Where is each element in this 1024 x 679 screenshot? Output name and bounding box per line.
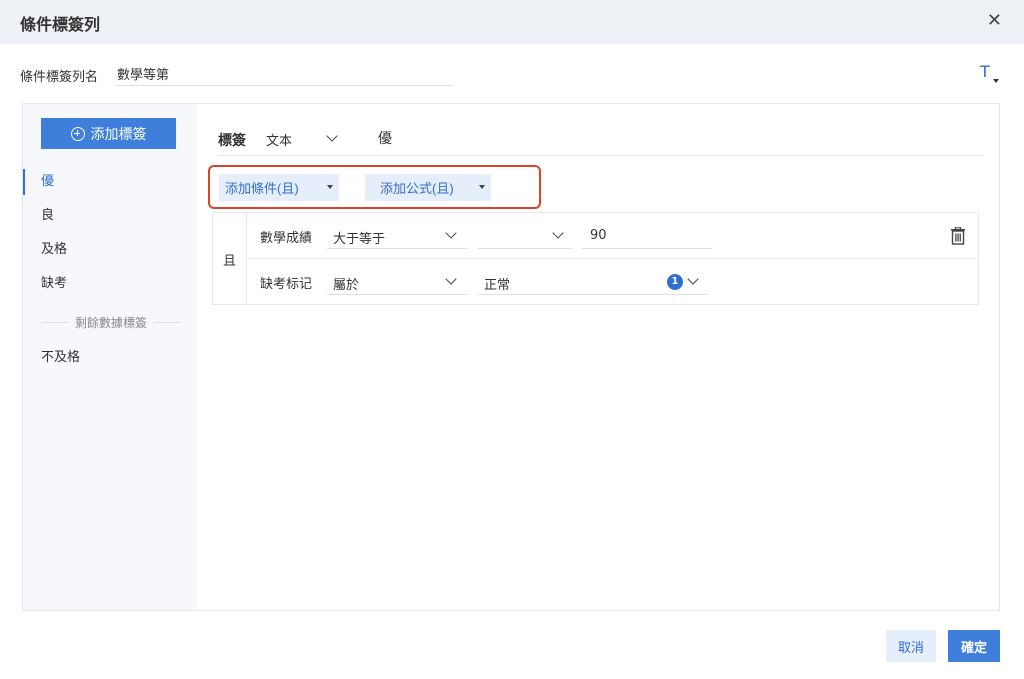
text-style-icon[interactable]: T <box>980 62 1000 88</box>
add-condition-button[interactable]: 添加條件(且) <box>219 174 339 201</box>
condition-row: 缺考标记 屬於 正常 1 <box>248 259 978 305</box>
chevron-down-icon <box>445 273 457 285</box>
operator-select[interactable]: 大于等于 <box>327 223 467 249</box>
operator-select-value: 大于等于 <box>333 232 386 247</box>
tag-editor-panel: 添加標簽 優 良 及格 缺考 剩餘數據標簽 不及格 標簽 文本 優 添加條件(且… <box>22 103 1000 611</box>
tag-sidebar: 添加標簽 優 良 及格 缺考 剩餘數據標簽 不及格 <box>23 104 197 610</box>
chevron-down-icon <box>445 227 457 239</box>
operator-select-value: 屬於 <box>333 278 360 293</box>
close-icon[interactable]: ✕ <box>987 10 1002 31</box>
sidebar-item-tag-3[interactable]: 及格 <box>23 237 197 263</box>
remaining-label: 剩餘數據標簽 <box>75 315 148 330</box>
chevron-down-icon <box>326 130 338 142</box>
sidebar-item-tag-2[interactable]: 良 <box>23 203 197 229</box>
tag-header: 標簽 文本 優 <box>218 124 984 156</box>
logic-and-cell: 且 <box>213 213 247 304</box>
operator-select[interactable]: 屬於 <box>327 269 467 295</box>
type-select[interactable]: 文本 <box>264 126 350 152</box>
column-name-input[interactable] <box>115 62 453 86</box>
sidebar-item-tag-1[interactable]: 優 <box>23 169 197 195</box>
condition-value-input[interactable] <box>582 223 712 249</box>
condition-row: 數學成績 大于等于 <box>248 213 978 259</box>
logic-and-label: 且 <box>223 254 237 269</box>
tag-content: 標簽 文本 優 添加條件(且) 添加公式(且) 且 數學成績 大于等于 90 缺… <box>198 104 1000 610</box>
add-condition-label: 添加條件(且) <box>225 181 299 196</box>
add-formula-button[interactable]: 添加公式(且) <box>365 174 491 201</box>
condition-value-select[interactable]: 正常 1 <box>478 269 708 295</box>
add-tag-label: 添加標簽 <box>90 125 147 142</box>
sidebar-item-tag-4[interactable]: 缺考 <box>23 271 197 297</box>
text-style-glyph: T <box>980 62 990 81</box>
condition-table: 且 數學成績 大于等于 90 缺考标记 屬於 正常 1 <box>212 212 979 305</box>
divider-line <box>153 321 182 323</box>
remaining-divider: 剩餘數據標簽 <box>41 313 182 331</box>
caret-down-icon <box>479 185 485 189</box>
tag-label: 標簽 <box>218 133 246 149</box>
selected-count-badge: 1 <box>667 274 683 290</box>
value-mode-select[interactable] <box>478 223 572 249</box>
condition-field: 數學成績 <box>260 231 313 246</box>
dialog-titlebar: 條件標簽列 ✕ <box>0 0 1024 44</box>
condition-field: 缺考标记 <box>260 277 313 292</box>
add-tag-button[interactable]: 添加標簽 <box>41 118 176 149</box>
sidebar-item-remaining[interactable]: 不及格 <box>23 345 197 371</box>
caret-down-icon <box>327 185 333 189</box>
divider-line <box>41 321 69 323</box>
caret-down-icon <box>993 79 999 83</box>
dialog-title: 條件標簽列 <box>20 15 101 34</box>
cancel-button[interactable]: 取消 <box>886 630 936 662</box>
tag-value[interactable]: 優 <box>378 128 392 148</box>
type-select-value: 文本 <box>266 134 293 149</box>
confirm-button[interactable]: 確定 <box>948 630 1000 662</box>
plus-circle-icon <box>70 126 85 141</box>
trash-icon[interactable] <box>950 227 966 245</box>
chevron-down-icon <box>687 273 699 285</box>
chevron-down-icon <box>552 227 564 239</box>
condition-tag-dialog: 條件標簽列 ✕ 條件標簽列名 T 添加標簽 優 良 及格 缺考 剩餘數據標簽 不… <box>0 0 1024 679</box>
column-name-label: 條件標簽列名 <box>20 70 99 85</box>
add-formula-label: 添加公式(且) <box>380 181 454 196</box>
condition-value-select-value: 正常 <box>484 278 511 293</box>
